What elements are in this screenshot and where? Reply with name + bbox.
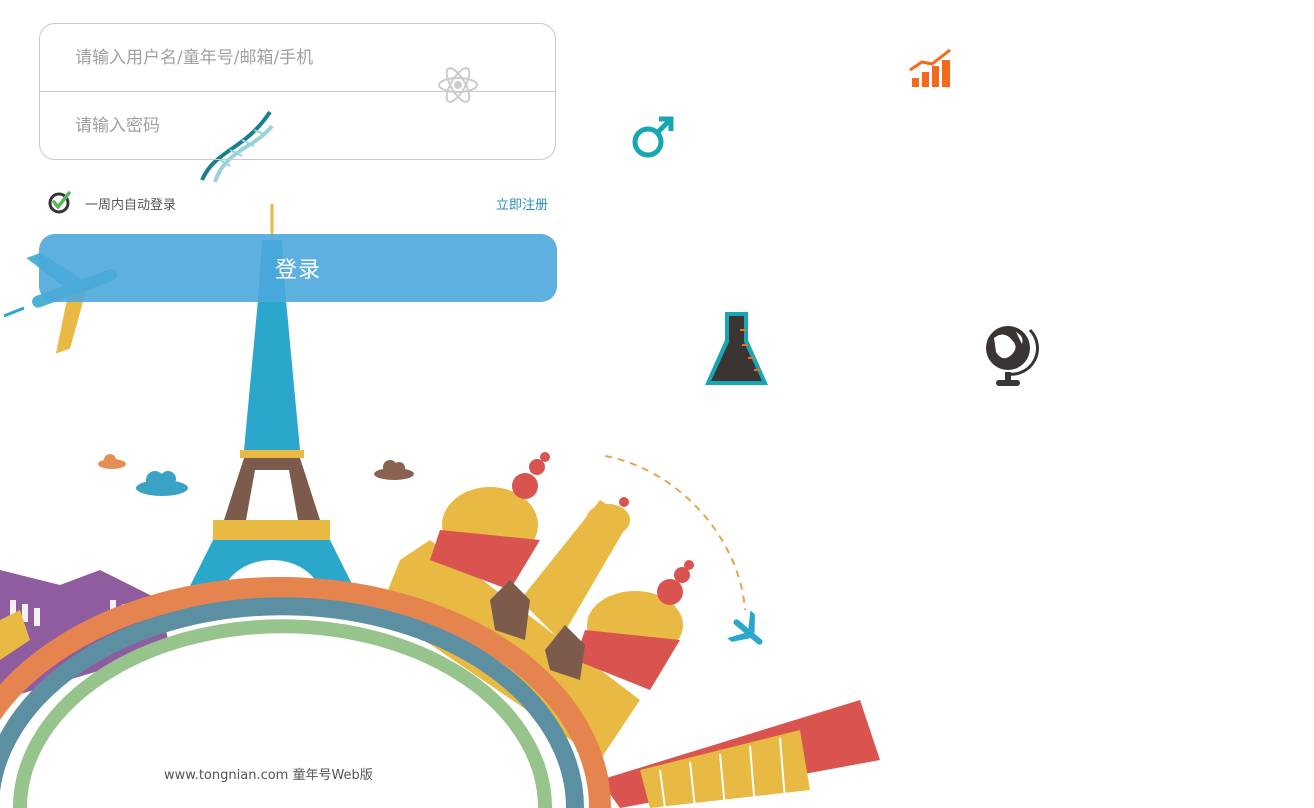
username-field-wrapper (40, 24, 555, 92)
username-input[interactable] (40, 24, 555, 91)
leaning-tower (600, 700, 880, 808)
register-link[interactable]: 立即注册 (496, 194, 548, 213)
login-form (39, 23, 556, 160)
login-page: 一周内自动登录 立即注册 登录 www.tongnian.com 童年号Web版 (0, 0, 1314, 808)
cloud-brown (374, 460, 414, 480)
globe-icon (986, 326, 1039, 386)
login-options-row: 一周内自动登录 立即注册 (48, 188, 548, 216)
password-field-wrapper (40, 92, 555, 159)
remember-checkbox-icon[interactable] (48, 190, 72, 214)
small-airplane-icon (727, 610, 763, 645)
bar-chart-growth-icon (909, 48, 951, 87)
login-button[interactable]: 登录 (39, 234, 557, 302)
cloud-orange (98, 454, 126, 469)
remember-label[interactable]: 一周内自动登录 (85, 194, 176, 213)
male-symbol-icon (632, 116, 674, 158)
password-input[interactable] (40, 92, 555, 159)
footer-text: www.tongnian.com 童年号Web版 (164, 768, 373, 783)
cloud-blue (136, 471, 188, 496)
flask-icon (705, 312, 768, 385)
